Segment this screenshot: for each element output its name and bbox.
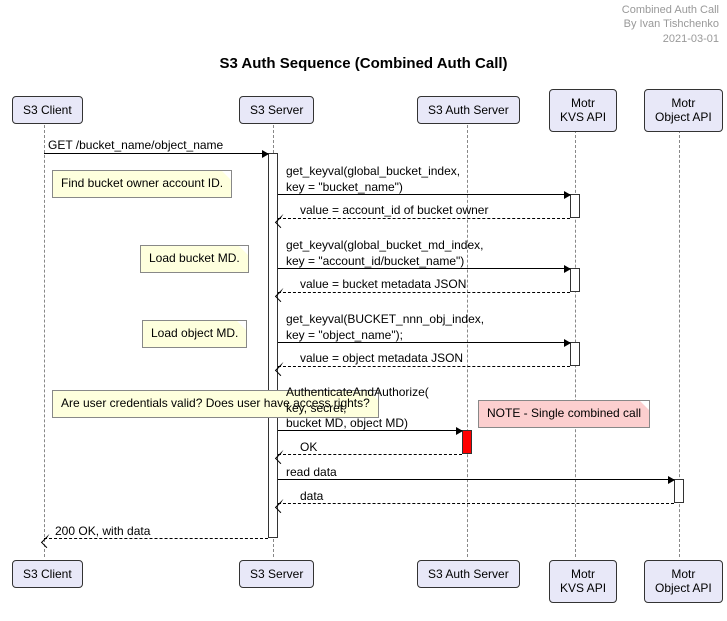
lifeline-client [44,125,45,557]
note-load-object: Load object MD. [142,320,247,348]
msg-kv1r: value = account_id of bucket owner [300,203,488,219]
msg-kv1: get_keyval(global_bucket_index, key = "b… [286,164,460,195]
activation-kvs-3 [570,342,580,366]
lifeline-kvs [575,125,576,557]
arrow-kv2r [278,292,570,293]
activation-server [268,153,278,538]
arrow-kv1 [278,194,570,195]
participant-client-top: S3 Client [12,96,83,124]
participant-server-top: S3 Server [239,96,314,124]
diagram-title: S3 Auth Sequence (Combined Auth Call) [0,55,727,72]
arrow-ok [278,454,462,455]
participant-kvs-bot: Motr KVS API [549,560,617,603]
participant-kvs-top: Motr KVS API [549,89,617,132]
arrow-data [278,503,674,504]
activation-auth-red [462,430,472,454]
arrow-read [278,479,674,480]
arrow-kv2 [278,268,570,269]
note-combined: NOTE - Single combined call [478,400,650,428]
meta-line1: Combined Auth Call [622,4,719,16]
arrow-kv1r [278,218,570,219]
arrow-get [44,153,268,154]
msg-kv2: get_keyval(global_bucket_md_index, key =… [286,238,483,269]
msg-kv3: get_keyval(BUCKET_nnn_obj_index, key = "… [286,312,484,343]
participant-auth-bot: S3 Auth Server [417,560,520,588]
msg-kv2r: value = bucket metadata JSON [300,277,466,293]
participant-auth-top: S3 Auth Server [417,96,520,124]
meta-line2: By Ivan Tishchenko [624,18,719,30]
activation-kvs-2 [570,268,580,292]
arrow-kv3 [278,342,570,343]
participant-client-bot: S3 Client [12,560,83,588]
msg-get: GET /bucket_name/object_name [48,138,223,154]
msg-auth: AuthenticateAndAuthorize( key, secret, b… [286,385,429,432]
activation-obj [674,479,684,503]
arrow-auth [278,430,462,431]
activation-kvs-1 [570,194,580,218]
participant-obj-bot: Motr Object API [644,560,723,603]
note-find-owner: Find bucket owner account ID. [52,170,232,198]
msg-kv3r: value = object metadata JSON [300,351,463,367]
participant-server-bot: S3 Server [239,560,314,588]
participant-obj-top: Motr Object API [644,89,723,132]
note-load-bucket: Load bucket MD. [140,245,249,273]
meta-line3: 2021-03-01 [663,33,719,45]
arrow-resp [44,538,268,539]
arrow-kv3r [278,366,570,367]
